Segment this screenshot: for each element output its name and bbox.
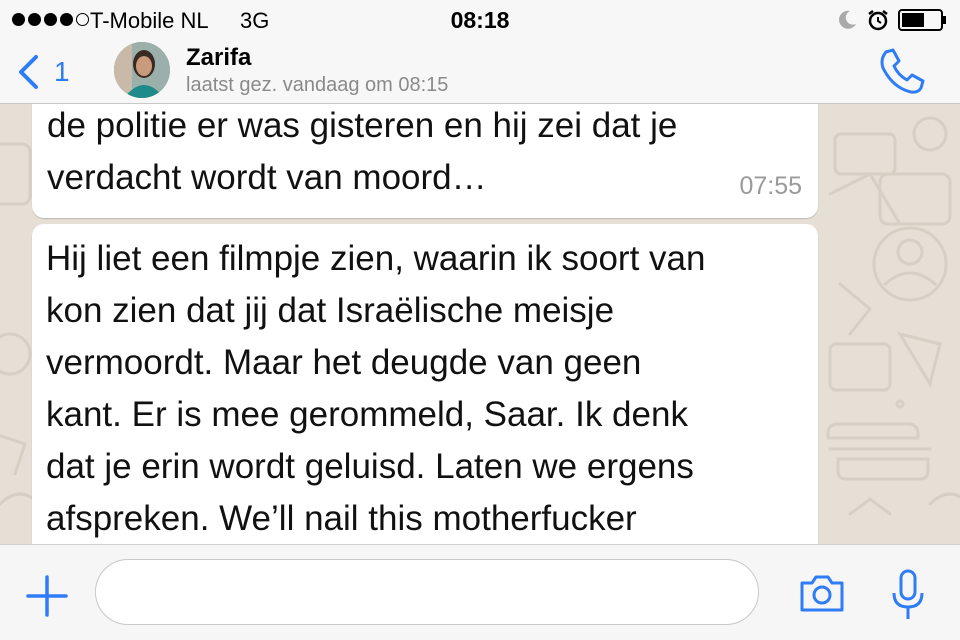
back-button[interactable]: 1 [14,52,84,92]
message-input[interactable] [95,559,759,625]
message-text-line: de politie er was gisteren en hij zei da… [47,106,678,145]
plus-icon [26,575,68,617]
microphone-button[interactable] [890,569,926,623]
camera-icon [800,575,844,612]
message-text-line: Hij liet een filmpje zien, waarin ik soo… [46,239,706,278]
moon-icon [839,10,856,29]
message-input-bar [0,544,960,640]
microphone-icon [892,569,924,619]
chat-area[interactable]: de politie er was gisteren en hij zei da… [0,104,960,544]
message-text-line: afspreken. We’ll nail this motherfucker [46,499,637,538]
message-text-line: verdacht wordt van moord… [47,158,487,197]
message-bubble[interactable]: Hij liet een filmpje zien, waarin ik soo… [32,224,818,544]
message-text-line: dat je erin wordt geluisd. Laten we erge… [46,447,694,486]
message-bubble[interactable]: de politie er was gisteren en hij zei da… [32,104,818,218]
battery-icon [898,9,946,31]
message-text-line: kon zien dat jij dat Israëlische meisje [46,291,615,330]
avatar-image [114,42,170,98]
message-text-line: kant. Er is mee gerommeld, Saar. Ik denk [46,395,688,434]
last-seen-status: laatst gez. vandaag om 08:15 [186,74,449,96]
attach-button[interactable] [26,575,68,617]
chat-header: 1 Zarifa laatst gez. vandaag om 08:15 [0,40,960,104]
alarm-icon [868,10,888,31]
chevron-left-icon [19,55,38,89]
message-text-line: vermoordt. Maar het deugde van geen [46,343,642,382]
message-timestamp: 07:55 [739,172,802,200]
camera-button[interactable] [798,573,846,613]
contact-name[interactable]: Zarifa [186,44,251,72]
clock: 08:18 [450,7,510,33]
avatar[interactable] [114,42,170,98]
unread-count: 1 [54,56,70,87]
phone-icon [880,48,925,94]
call-button[interactable] [874,46,926,96]
status-bar: T-Mobile NL 3G 08:18 [0,0,960,40]
